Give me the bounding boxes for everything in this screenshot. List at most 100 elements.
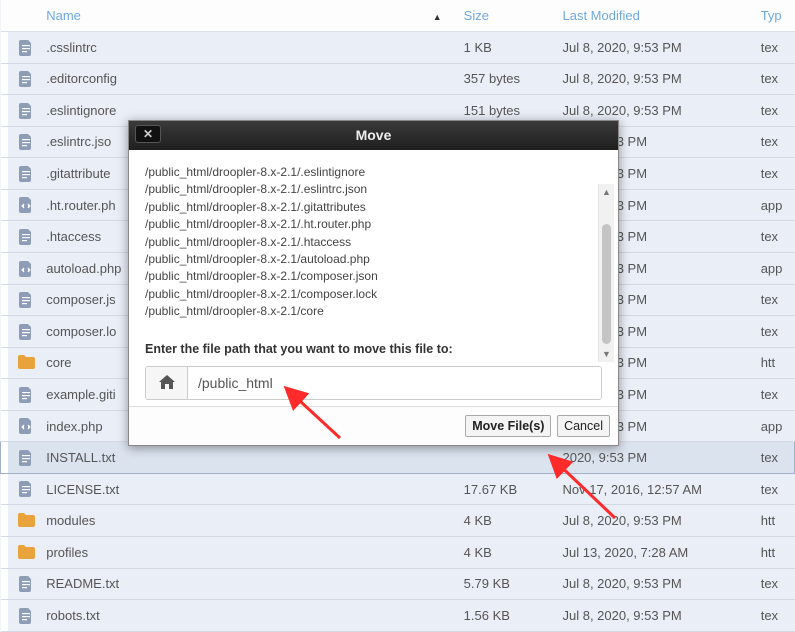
file-icon	[18, 166, 34, 182]
list-item: /public_html/droopler-8.x-2.1/.gitattrib…	[145, 199, 598, 216]
col-name-header[interactable]: Name	[40, 0, 457, 32]
file-type: tex	[755, 63, 795, 95]
dialog-footer: Move File(s) Cancel	[129, 406, 618, 445]
file-size: 1.56 KB	[458, 600, 557, 632]
path-prompt-label: Enter the file path that you want to mov…	[145, 342, 602, 356]
list-item: /public_html/droopler-8.x-2.1/.htaccess	[145, 234, 598, 251]
path-input-group	[145, 366, 602, 400]
file-name: README.txt	[40, 568, 457, 600]
home-icon	[159, 375, 175, 392]
file-type: app	[755, 410, 795, 442]
file-type: tex	[755, 316, 795, 348]
table-row[interactable]: .csslintrc1 KBJul 8, 2020, 9:53 PMtex	[1, 32, 795, 64]
col-select	[1, 0, 9, 32]
file-name: LICENSE.txt	[40, 473, 457, 505]
file-type: app	[755, 189, 795, 221]
file-type: tex	[755, 221, 795, 253]
file-type: app	[755, 252, 795, 284]
file-modified: Nov 17, 2016, 12:57 AM	[556, 473, 754, 505]
code-icon	[18, 261, 34, 277]
dialog-title: Move	[356, 127, 392, 143]
list-item: /public_html/droopler-8.x-2.1/composer.l…	[145, 286, 598, 303]
file-icon	[18, 324, 34, 340]
file-type: tex	[755, 32, 795, 64]
file-icon	[18, 229, 34, 245]
file-modified: Jul 8, 2020, 9:53 PM	[556, 32, 754, 64]
file-type: tex	[755, 126, 795, 158]
file-icon	[18, 387, 34, 403]
scroll-thumb[interactable]	[602, 224, 611, 344]
file-icon	[18, 40, 34, 56]
destination-path-input[interactable]	[188, 367, 601, 399]
list-item: /public_html/droopler-8.x-2.1/core	[145, 303, 598, 320]
file-icon	[18, 292, 34, 308]
file-icon	[18, 103, 34, 119]
file-modified: 2020, 9:53 PM	[556, 442, 754, 474]
code-icon	[18, 197, 34, 213]
table-row[interactable]: modules4 KBJul 8, 2020, 9:53 PMhtt	[1, 505, 795, 537]
file-modified: Jul 13, 2020, 7:28 AM	[556, 537, 754, 569]
folder-icon	[18, 355, 34, 371]
file-type: htt	[755, 505, 795, 537]
file-icon	[18, 481, 34, 497]
col-modified-header[interactable]: Last Modified	[556, 0, 754, 32]
move-files-button[interactable]: Move File(s)	[465, 415, 551, 437]
scroll-down-icon: ▼	[599, 346, 614, 362]
scroll-up-icon: ▲	[599, 184, 614, 200]
file-modified: Jul 8, 2020, 9:53 PM	[556, 600, 754, 632]
list-item: /public_html/droopler-8.x-2.1/example.gi…	[145, 321, 598, 324]
dialog-scrollbar[interactable]: ▲ ▼	[598, 184, 614, 362]
move-dialog: ✕ Move /public_html/droopler-8.x-2.1/.es…	[128, 120, 619, 446]
col-type-header[interactable]: Typ	[755, 0, 795, 32]
list-item: /public_html/droopler-8.x-2.1/.eslintign…	[145, 164, 598, 181]
table-row[interactable]: .editorconfig357 bytesJul 8, 2020, 9:53 …	[1, 63, 795, 95]
file-type: tex	[755, 600, 795, 632]
file-icon	[18, 134, 34, 150]
file-name: modules	[40, 505, 457, 537]
cancel-button[interactable]: Cancel	[557, 415, 610, 437]
file-type: htt	[755, 537, 795, 569]
file-name: .csslintrc	[40, 32, 457, 64]
table-row[interactable]: INSTALL.txt 2020, 9:53 PMtex	[1, 442, 795, 474]
table-row[interactable]: profiles4 KBJul 13, 2020, 7:28 AMhtt	[1, 537, 795, 569]
file-name: INSTALL.txt	[40, 442, 457, 474]
col-size-header[interactable]: Size	[458, 0, 557, 32]
close-button[interactable]: ✕	[135, 125, 161, 143]
list-item: /public_html/droopler-8.x-2.1/.ht.router…	[145, 216, 598, 233]
home-button[interactable]	[146, 367, 188, 399]
file-icon	[18, 450, 34, 466]
file-type: tex	[755, 284, 795, 316]
file-size: 1 KB	[458, 32, 557, 64]
file-icon	[18, 608, 34, 624]
file-type: tex	[755, 379, 795, 411]
file-type: tex	[755, 158, 795, 190]
table-row[interactable]: README.txt5.79 KBJul 8, 2020, 9:53 PMtex	[1, 568, 795, 600]
source-file-list[interactable]: /public_html/droopler-8.x-2.1/.eslintign…	[145, 164, 602, 324]
dialog-title-bar: ✕ Move	[129, 121, 618, 150]
file-modified: Jul 8, 2020, 9:53 PM	[556, 505, 754, 537]
list-item: /public_html/droopler-8.x-2.1/.eslintrc.…	[145, 181, 598, 198]
file-type: tex	[755, 473, 795, 505]
file-icon	[18, 71, 34, 87]
file-size: 5.79 KB	[458, 568, 557, 600]
table-row[interactable]: robots.txt1.56 KBJul 8, 2020, 9:53 PMtex	[1, 600, 795, 632]
file-size: 17.67 KB	[458, 473, 557, 505]
folder-icon	[18, 545, 34, 561]
file-modified: Jul 8, 2020, 9:53 PM	[556, 63, 754, 95]
file-name: robots.txt	[40, 600, 457, 632]
file-size: 4 KB	[458, 537, 557, 569]
file-icon	[18, 576, 34, 592]
list-item: /public_html/droopler-8.x-2.1/autoload.p…	[145, 251, 598, 268]
close-icon: ✕	[143, 128, 153, 140]
table-row[interactable]: LICENSE.txt17.67 KBNov 17, 2016, 12:57 A…	[1, 473, 795, 505]
file-name: profiles	[40, 537, 457, 569]
file-size: 357 bytes	[458, 63, 557, 95]
file-size: 4 KB	[458, 505, 557, 537]
col-icon	[8, 0, 40, 32]
file-type: tex	[755, 568, 795, 600]
folder-icon	[18, 513, 34, 529]
list-item: /public_html/droopler-8.x-2.1/composer.j…	[145, 268, 598, 285]
file-type: tex	[755, 442, 795, 474]
code-icon	[18, 418, 34, 434]
file-name: .editorconfig	[40, 63, 457, 95]
